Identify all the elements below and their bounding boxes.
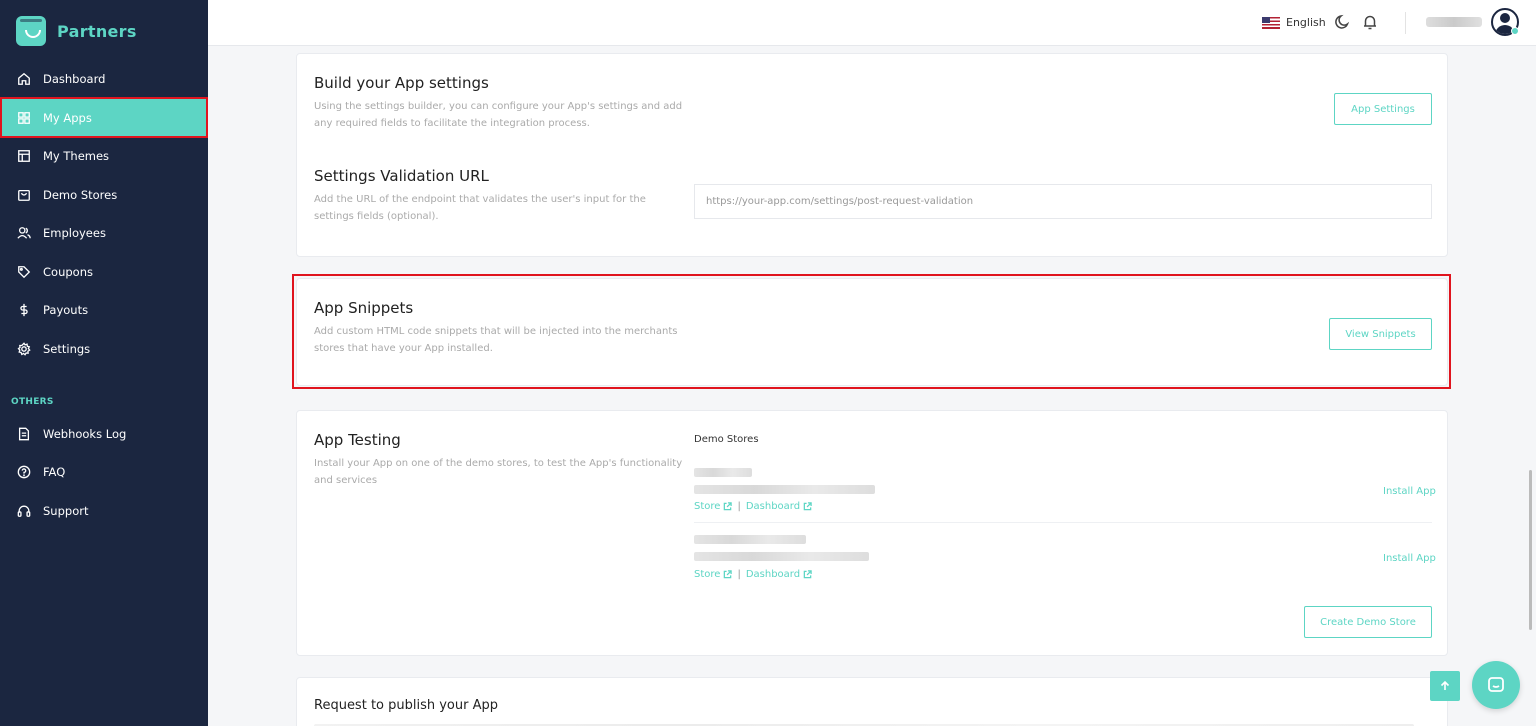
dollar-icon <box>17 303 31 317</box>
store-email-blurred <box>694 485 875 494</box>
store-links: Store | Dashboard <box>694 569 812 580</box>
build-settings-title: Build your App settings <box>314 74 489 92</box>
sidebar-item-label: Support <box>43 504 89 518</box>
sidebar-item-coupons[interactable]: Coupons <box>0 253 208 291</box>
us-flag-icon <box>1262 16 1280 29</box>
sidebar-item-label: Payouts <box>43 303 89 317</box>
home-icon <box>17 72 31 86</box>
brand-name: Partners <box>57 21 137 41</box>
page-scrollbar[interactable] <box>1529 470 1532 630</box>
header-divider <box>1405 12 1406 34</box>
app-testing-description: Install your App on one of the demo stor… <box>314 458 683 486</box>
external-link-icon <box>723 570 733 579</box>
settings-card: Build your App settings Using the settin… <box>296 53 1448 257</box>
sidebar-item-label: My Themes <box>43 149 110 163</box>
snippets-highlight-box <box>292 274 1451 389</box>
chat-icon <box>1488 677 1504 692</box>
user-name-blurred[interactable] <box>1426 17 1482 27</box>
store-name-blurred <box>694 535 806 544</box>
sidebar-item-my-apps[interactable]: My Apps <box>0 97 208 138</box>
online-status-dot <box>1511 27 1519 35</box>
partners-logo-icon <box>16 16 46 46</box>
sidebar-item-label: Dashboard <box>43 72 106 86</box>
tag-icon <box>17 265 31 279</box>
notifications-button[interactable] <box>1361 13 1379 31</box>
brand[interactable]: Partners <box>16 16 137 46</box>
sidebar-item-faq[interactable]: FAQ <box>0 453 208 491</box>
app-testing-card: App Testing Install your App on one of t… <box>296 410 1448 656</box>
dark-mode-toggle[interactable] <box>1333 13 1351 31</box>
app-settings-button[interactable]: App Settings <box>1334 93 1432 125</box>
scroll-to-top-button[interactable] <box>1430 671 1460 701</box>
gear-icon <box>17 342 31 356</box>
store-email-blurred <box>694 552 869 561</box>
link-separator: | <box>737 569 741 580</box>
sidebar: Partners Dashboard My Apps My Themes Dem… <box>0 0 208 726</box>
app-testing-title: App Testing <box>314 431 401 449</box>
sidebar-item-label: My Apps <box>43 110 92 125</box>
bell-icon <box>1364 15 1376 30</box>
demo-stores-label: Demo Stores <box>694 434 759 445</box>
store-links: Store | Dashboard <box>694 501 812 512</box>
external-link-icon <box>723 502 733 511</box>
others-section-label: OTHERS <box>11 397 54 407</box>
sidebar-item-label: Coupons <box>43 265 93 279</box>
sidebar-item-label: Demo Stores <box>43 188 118 202</box>
store-name-blurred <box>694 468 752 477</box>
sidebar-item-payouts[interactable]: Payouts <box>0 291 208 329</box>
create-demo-store-button[interactable]: Create Demo Store <box>1304 606 1432 638</box>
external-link-icon <box>803 570 812 579</box>
validation-url-description: Add the URL of the endpoint that validat… <box>314 194 646 222</box>
store-icon <box>17 188 31 202</box>
validation-url-input[interactable]: https://your-app.com/settings/post-reque… <box>694 184 1432 219</box>
chat-button[interactable] <box>1472 661 1520 709</box>
sidebar-item-webhooks-log[interactable]: Webhooks Log <box>0 415 208 453</box>
sidebar-item-support[interactable]: Support <box>0 492 208 530</box>
users-icon <box>17 226 31 240</box>
build-settings-description: Using the settings builder, you can conf… <box>314 101 683 129</box>
help-icon <box>17 465 31 479</box>
sidebar-item-demo-stores[interactable]: Demo Stores <box>0 176 208 214</box>
sidebar-item-label: FAQ <box>43 465 66 479</box>
language-label: English <box>1286 16 1326 29</box>
install-app-link[interactable]: Install App <box>1383 486 1436 497</box>
sidebar-item-label: Webhooks Log <box>43 427 127 441</box>
sidebar-item-label: Employees <box>43 226 106 240</box>
publish-card: Request to publish your App <box>296 677 1448 726</box>
headset-icon <box>17 504 31 518</box>
sidebar-item-label: Settings <box>43 342 91 356</box>
moon-icon <box>1335 14 1350 29</box>
store-link[interactable]: Store <box>694 569 720 580</box>
sidebar-item-dashboard[interactable]: Dashboard <box>0 60 208 98</box>
document-icon <box>17 427 31 441</box>
dashboard-link[interactable]: Dashboard <box>746 501 800 512</box>
dashboard-link[interactable]: Dashboard <box>746 569 800 580</box>
store-link[interactable]: Store <box>694 501 720 512</box>
row-divider <box>694 522 1432 523</box>
install-app-link[interactable]: Install App <box>1383 553 1436 564</box>
layout-icon <box>17 149 31 163</box>
validation-url-title: Settings Validation URL <box>314 167 489 185</box>
arrow-up-icon <box>1440 680 1450 690</box>
publish-title: Request to publish your App <box>314 698 498 713</box>
sidebar-item-employees[interactable]: Employees <box>0 214 208 252</box>
grid-icon <box>17 111 31 125</box>
link-separator: | <box>737 501 741 512</box>
sidebar-item-settings[interactable]: Settings <box>0 330 208 368</box>
sidebar-item-my-themes[interactable]: My Themes <box>0 137 208 175</box>
external-link-icon <box>803 502 812 511</box>
language-selector[interactable]: English <box>1262 16 1326 29</box>
